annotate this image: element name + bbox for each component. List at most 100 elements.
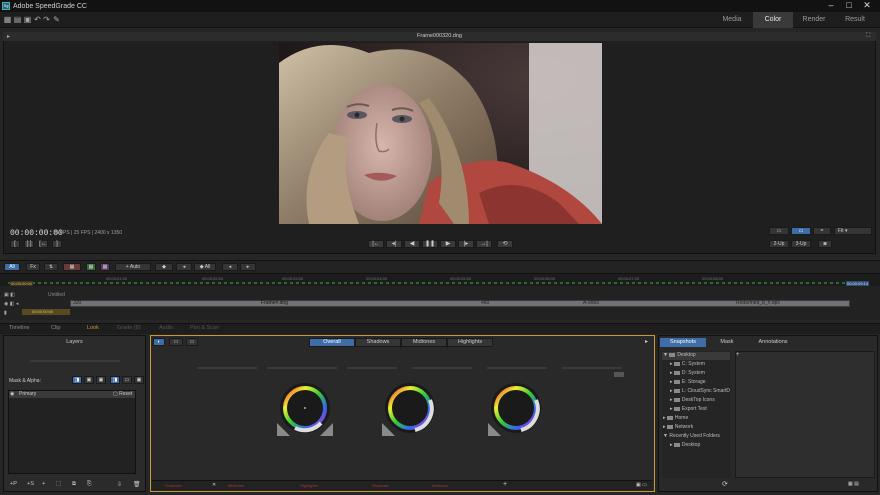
tab-midtones[interactable]: Midtones	[401, 338, 447, 347]
gain-color-wheel[interactable]	[486, 378, 546, 438]
tree-item[interactable]: ▼ Desktop	[663, 351, 696, 360]
copy-layer-button[interactable]: ⎘	[87, 481, 91, 488]
track-lock-icon[interactable]: ▣ ◧	[4, 292, 15, 298]
add-snapshot-button[interactable]: +	[736, 352, 740, 358]
add-keyframe-button[interactable]: ◆	[155, 263, 173, 271]
tab-highlights[interactable]: Highlights	[447, 338, 493, 347]
layer-row-primary[interactable]: ◉ Primary ▢ Reset	[9, 391, 135, 398]
tab-timeline[interactable]: Timeline	[9, 323, 30, 334]
layer-visible-icon[interactable]: ◉	[10, 391, 14, 397]
saturation-slider[interactable]	[562, 367, 622, 369]
pause-button[interactable]: ❚❚	[422, 240, 438, 248]
color-layer-icon[interactable]: ▦	[63, 263, 81, 271]
reset-toggle[interactable]	[614, 372, 624, 377]
add-preset-button[interactable]: +	[503, 481, 507, 488]
add-layer-button[interactable]: +	[42, 481, 45, 487]
step-back-button[interactable]: ◂|	[386, 240, 402, 248]
fit-select[interactable]: Fit ▾	[834, 227, 872, 235]
layer-reset[interactable]: ▢ Reset	[113, 391, 132, 397]
tab-result[interactable]: Result	[835, 12, 875, 28]
gamma-color-wheel[interactable]	[380, 378, 440, 438]
step-forward-button[interactable]: |▸	[458, 240, 474, 248]
view-2up-button[interactable]: 2-Up	[769, 240, 789, 248]
wrench-icon[interactable]: ✎	[52, 15, 61, 24]
next-button[interactable]: ▸	[240, 263, 256, 271]
opacity-slider[interactable]	[30, 360, 120, 362]
tree-item[interactable]: ▸ E: Storage	[670, 378, 706, 387]
go-end-button[interactable]: →|	[476, 240, 492, 248]
refresh-icon[interactable]: ⟳	[722, 480, 728, 488]
tab-look[interactable]: Look	[87, 323, 99, 334]
snapshot-icon[interactable]: ◙	[818, 240, 832, 248]
save-icon[interactable]: ▣	[23, 15, 32, 24]
tab-media[interactable]: Media	[712, 12, 752, 28]
mark-clip-button[interactable]: [:]	[24, 240, 34, 248]
delete-layer-icon[interactable]: 🗑	[133, 481, 141, 488]
tree-item[interactable]: ▸ D: System	[670, 369, 705, 378]
track-toggle-icon[interactable]: ▮	[4, 310, 7, 316]
preset-item[interactable]: Midtones	[432, 483, 448, 488]
auto-button[interactable]: + Auto	[115, 263, 151, 271]
tab-render[interactable]: Render	[794, 12, 834, 28]
tree-item[interactable]: ▸ L: CloudSync SmartD	[670, 387, 730, 396]
prev-button[interactable]: ◂	[222, 263, 238, 271]
alpha-mode-1-button[interactable]: ◨	[110, 376, 120, 384]
sort-button[interactable]: ⇅	[44, 263, 58, 271]
add-primary-button[interactable]: +P	[10, 481, 17, 487]
redo-icon[interactable]: ↷	[42, 15, 51, 24]
preset-item[interactable]: Shadows	[165, 483, 181, 488]
preset-item[interactable]: Highlights	[300, 483, 318, 488]
tab-pan-scan[interactable]: Pan & Scan	[190, 323, 219, 334]
temperature-slider[interactable]	[412, 367, 472, 369]
compare-mode-button[interactable]: ▭	[769, 227, 789, 235]
tree-item[interactable]: ▸ Export Test	[670, 405, 707, 414]
tab-mask[interactable]: Mask	[704, 338, 750, 347]
go-start-button[interactable]: |←	[368, 240, 384, 248]
alpha-mode-2-button[interactable]: ▭	[122, 376, 132, 384]
contrast-slider[interactable]	[347, 367, 397, 369]
go-in-button[interactable]: [←	[38, 240, 48, 248]
view-3up-button[interactable]: 3-Up	[791, 240, 811, 248]
loop-button[interactable]: ⟲	[497, 240, 513, 248]
panel-expand-icon[interactable]: ▸	[645, 338, 648, 345]
tab-annotations[interactable]: Annotations	[750, 338, 796, 347]
mask-mode-3-button[interactable]: ▣	[96, 376, 106, 384]
preset-view-icon[interactable]: ▣ ▭	[636, 482, 647, 488]
timeline-clip[interactable]: 320 Frame#.dng 460 A-9960 Redarmed_b_#.d…	[70, 300, 850, 307]
add-mask-button[interactable]: ⬚	[56, 481, 61, 487]
add-secondary-button[interactable]: +S	[27, 481, 34, 487]
tab-shadows[interactable]: Shadows	[355, 338, 401, 347]
tree-item[interactable]: ▸ Home	[663, 414, 688, 423]
mask-mode-1-button[interactable]: ◨	[72, 376, 82, 384]
tab-grade[interactable]: Grade (8)	[117, 323, 141, 334]
mark-out-button[interactable]: ]	[52, 240, 62, 248]
input-saturation-slider[interactable]	[197, 367, 257, 369]
tree-item[interactable]: ▸ Desktop	[670, 441, 700, 450]
tree-item[interactable]: ▸ C: System	[670, 360, 705, 369]
minimize-button[interactable]: –	[822, 0, 840, 11]
prev-keyframe-button[interactable]: ◂	[176, 263, 192, 271]
mask-mode-2-button[interactable]: ▣	[84, 376, 94, 384]
gallery-view-icon[interactable]: ▦ ▤	[848, 481, 859, 487]
fullscreen-icon[interactable]: ⛶	[866, 33, 870, 40]
viewer-menu-icon[interactable]: ▸	[7, 33, 10, 40]
tab-overall[interactable]: Overall	[309, 338, 355, 347]
offset-color-wheel[interactable]	[275, 378, 335, 438]
tree-item[interactable]: ▼ Recently Used Folders	[663, 432, 720, 441]
save-look-icon[interactable]: ⇩	[117, 481, 122, 488]
curves-mode-icon[interactable]: ▭	[186, 338, 198, 346]
compare-active-button[interactable]: ▭	[791, 227, 811, 235]
preset-item[interactable]: Shadows	[372, 483, 388, 488]
tree-item[interactable]: ▸ DeskTop Icons	[670, 396, 715, 405]
new-icon[interactable]: ▦	[3, 15, 12, 24]
split-button[interactable]: =	[813, 227, 831, 235]
tab-audio[interactable]: Audio	[159, 323, 173, 334]
play-button[interactable]: ▶	[440, 240, 456, 248]
track-eye-icon[interactable]: ◉ ◧ ◂	[4, 301, 18, 307]
all-keyframes-button[interactable]: ◆ All	[194, 263, 216, 271]
contrast-mode-icon[interactable]: ▭	[169, 338, 183, 346]
mask-layer-icon[interactable]: ▦	[100, 263, 110, 271]
tab-color[interactable]: Color	[753, 12, 793, 28]
grade-layer-icon[interactable]: ▦	[86, 263, 96, 271]
timeline-ruler[interactable]	[0, 274, 880, 286]
